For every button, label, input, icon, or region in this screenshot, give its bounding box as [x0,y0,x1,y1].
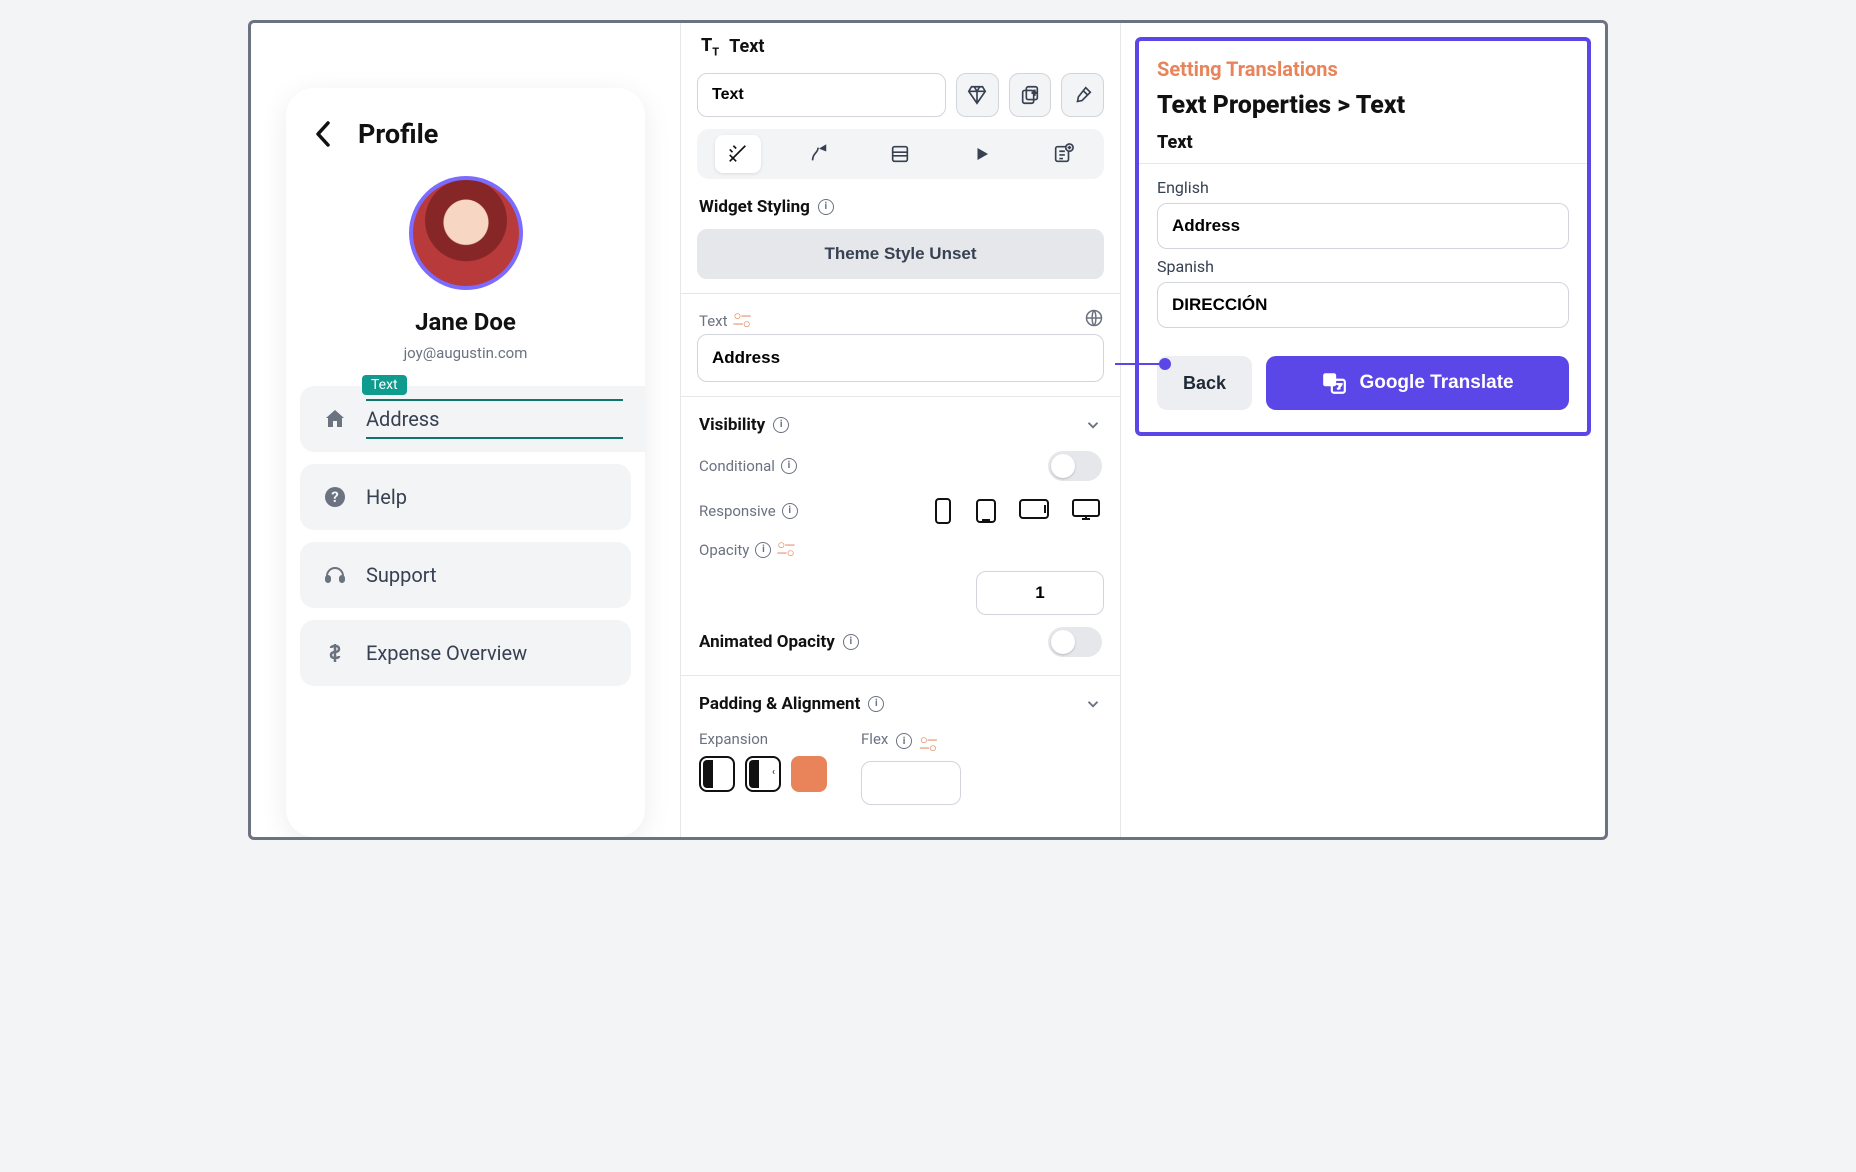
translations-panel: Setting Translations Text Properties > T… [1121,23,1605,837]
diamond-icon[interactable] [956,73,999,117]
question-icon: ? [322,484,348,510]
home-icon [322,406,348,432]
duplicate-icon[interactable]: + [1009,73,1052,117]
tune-icon[interactable]: ○──○ [920,737,937,753]
globe-icon[interactable] [1084,308,1104,328]
widget-name-input[interactable] [697,73,946,117]
expansion-option-1[interactable] [699,756,735,792]
svg-text:?: ? [331,488,338,506]
widget-type-label: Text [729,36,764,57]
padding-header[interactable]: Padding & Alignment i [697,690,1104,718]
info-icon[interactable]: i [773,417,789,433]
translate-icon: G [1321,370,1347,396]
avatar-section: Jane Doe joy@augustin.com [286,176,645,380]
tab-add[interactable] [1040,135,1086,173]
theme-style-button[interactable]: Theme Style Unset [697,229,1104,279]
chevron-down-icon[interactable] [1084,695,1102,713]
tab-play[interactable] [959,135,1005,173]
flex-column: Flex i ○──○ [861,730,961,805]
info-icon[interactable]: i [843,634,859,650]
opacity-input[interactable] [976,571,1104,615]
text-value-input[interactable] [697,334,1104,382]
phone-preview: Profile Jane Doe joy@augustin.com Text A… [286,88,645,837]
expansion-flex-row: Expansion ‹ Flex i ○──○ [697,726,1104,809]
text-type-icon: TT [701,35,719,59]
user-name: Jane Doe [415,308,516,336]
flex-input[interactable] [861,761,961,805]
menu-item-address[interactable]: Text Address [300,386,645,452]
tune-icon[interactable]: ○──○ [734,313,751,329]
expansion-option-2[interactable]: ‹ [745,756,781,792]
back-chevron-icon[interactable] [314,120,332,148]
phone-icon[interactable] [932,497,954,525]
headset-icon [322,562,348,588]
widget-type-header: TT Text [697,33,1104,65]
divider [681,396,1120,397]
menu-item-expense[interactable]: Expense Overview [300,620,631,686]
expansion-column: Expansion ‹ [699,730,827,805]
brush-icon[interactable] [1061,73,1104,117]
tablet-landscape-icon[interactable] [1018,497,1050,525]
info-icon[interactable]: i [781,458,797,474]
translation-actions: Back G Google Translate [1157,356,1569,410]
info-icon[interactable]: i [868,696,884,712]
text-property-label: Text ○──○ [697,308,1104,334]
desktop-icon[interactable] [1070,497,1102,525]
properties-panel: TT Text + [681,23,1121,837]
info-icon[interactable]: i [896,733,912,749]
responsive-row: Responsive i [697,493,1104,529]
animated-opacity-toggle[interactable] [1048,627,1102,657]
translations-card: Setting Translations Text Properties > T… [1135,37,1591,436]
menu-label: Address [366,407,439,431]
divider [681,293,1120,294]
animated-opacity-row: Animated Opacity i [697,623,1104,661]
divider [1139,163,1587,164]
selection-badge: Text [362,375,407,395]
visibility-header[interactable]: Visibility i [697,411,1104,439]
preview-panel: Profile Jane Doe joy@augustin.com Text A… [251,23,681,837]
selected-text-widget[interactable]: Text Address [366,399,623,439]
info-icon[interactable]: i [782,503,798,519]
device-toggles [932,497,1102,525]
chevron-down-icon[interactable] [1084,416,1102,434]
menu-label: Help [366,485,407,509]
back-button[interactable]: Back [1157,356,1252,410]
user-email: joy@augustin.com [404,344,528,362]
info-icon[interactable]: i [755,542,771,558]
widget-styling-label: Widget Styling i [697,187,1104,221]
conditional-toggle[interactable] [1048,451,1102,481]
tab-design[interactable] [715,135,761,173]
opacity-row: Opacity i ○──○ [697,537,1104,563]
menu-item-support[interactable]: Support [300,542,631,608]
spanish-label: Spanish [1157,257,1569,276]
google-translate-label: Google Translate [1359,372,1513,394]
connector-line [1115,363,1169,365]
tune-icon[interactable]: ○──○ [777,542,794,558]
avatar-image [409,176,523,290]
menu-item-help[interactable]: ? Help [300,464,631,530]
english-input[interactable] [1157,203,1569,249]
widget-name-row: + [697,73,1104,117]
dollar-icon [322,640,348,666]
preview-header: Profile [286,118,645,176]
google-translate-button[interactable]: G Google Translate [1266,356,1569,410]
spanish-input[interactable] [1157,282,1569,328]
tab-path[interactable] [796,135,842,173]
translations-subheading: Text [1157,132,1569,153]
tab-data[interactable] [877,135,923,173]
svg-text:+: + [1032,88,1037,98]
translations-breadcrumb: Text Properties > Text [1157,91,1569,120]
expansion-option-3[interactable] [791,756,827,792]
translations-heading: Setting Translations [1157,57,1569,81]
menu-label: Expense Overview [366,641,527,665]
info-icon[interactable]: i [818,199,834,215]
divider [681,675,1120,676]
preview-title: Profile [358,118,438,150]
menu-label: Support [366,563,437,587]
tool-tabs [697,129,1104,179]
tablet-portrait-icon[interactable] [974,497,998,525]
english-label: English [1157,178,1569,197]
conditional-row: Conditional i [697,447,1104,485]
app-window: Profile Jane Doe joy@augustin.com Text A… [248,20,1608,840]
